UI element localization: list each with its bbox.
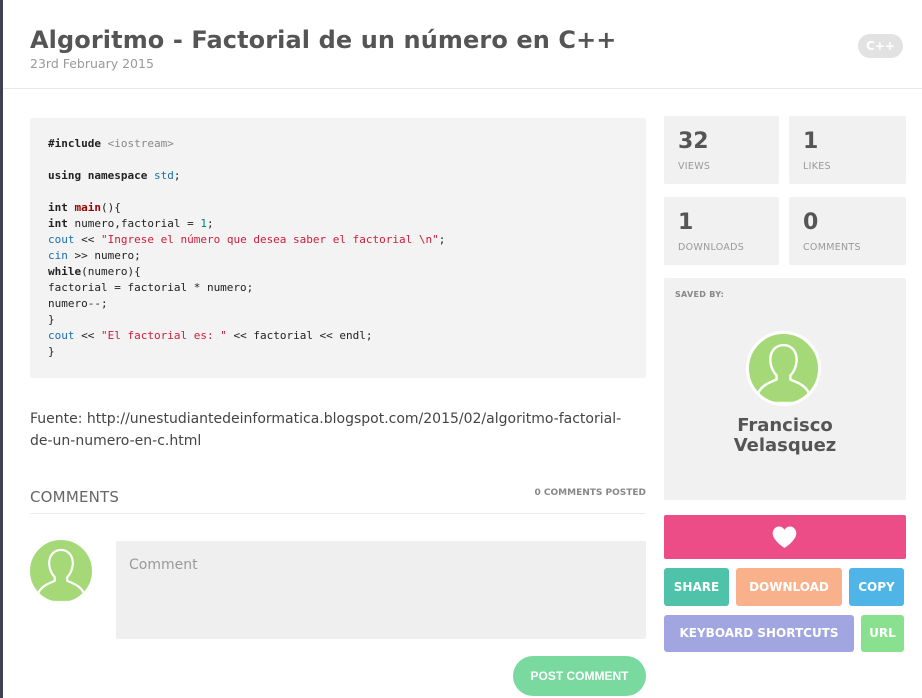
snippet-date: 23rd February 2015 bbox=[30, 56, 154, 71]
code-line: using namespace std; bbox=[48, 168, 628, 184]
code-token: using namespace bbox=[48, 169, 148, 182]
source-text: Fuente: http://unestudiantedeinformatica… bbox=[30, 411, 622, 449]
comments-stat: 0 COMMENTS bbox=[789, 197, 906, 265]
downloads-label: DOWNLOADS bbox=[678, 242, 745, 253]
download-button[interactable]: DOWNLOAD bbox=[736, 568, 842, 606]
code-line: cin >> numero; bbox=[48, 248, 628, 264]
code-line: numero--; bbox=[48, 297, 108, 310]
views-label: VIEWS bbox=[678, 161, 711, 172]
code-line: } bbox=[48, 345, 55, 358]
code-token: ; bbox=[173, 169, 181, 182]
code-block[interactable]: #include <iostream> using namespace std;… bbox=[30, 118, 646, 378]
likes-stat: 1 LIKES bbox=[789, 116, 906, 184]
code-token: ; bbox=[438, 233, 446, 246]
divider bbox=[30, 513, 646, 514]
code-token: int bbox=[48, 201, 68, 214]
views-stat: 32 VIEWS bbox=[664, 116, 779, 184]
left-edge-bar bbox=[0, 0, 3, 698]
code-token: >> numero; bbox=[67, 249, 141, 262]
code-token: << bbox=[74, 329, 101, 342]
downloads-count: 1 bbox=[678, 210, 694, 235]
snippet-header: Algoritmo - Factorial de un número en C+… bbox=[3, 0, 922, 89]
code-token: cout bbox=[48, 233, 75, 246]
comments-count: 0 COMMENTS POSTED bbox=[534, 488, 647, 498]
comments-stat-count: 0 bbox=[803, 210, 819, 235]
author-first-name: Francisco bbox=[737, 415, 833, 436]
code-line: cout << "El factorial es: " << factorial… bbox=[48, 328, 628, 344]
page-title: Algoritmo - Factorial de un número en C+… bbox=[30, 26, 617, 54]
code-token: <iostream> bbox=[100, 137, 174, 150]
code-token: cin bbox=[48, 249, 68, 262]
code-token: main bbox=[74, 201, 102, 214]
code-token: ; bbox=[206, 217, 214, 230]
code-line: factorial = factorial * numero; bbox=[48, 281, 254, 294]
code-token: std bbox=[153, 169, 174, 182]
language-badge[interactable]: C++ bbox=[858, 34, 903, 58]
likes-label: LIKES bbox=[803, 161, 831, 172]
code-line: cout << "Ingrese el número que desea sab… bbox=[48, 232, 628, 248]
code-token: << factorial << endl; bbox=[226, 329, 373, 342]
code-token: (){ bbox=[101, 201, 121, 214]
downloads-stat: 1 DOWNLOADS bbox=[664, 197, 779, 265]
share-button[interactable]: SHARE bbox=[664, 568, 729, 606]
author-name[interactable]: Francisco Velasquez bbox=[664, 416, 906, 456]
code-token: #include bbox=[48, 137, 101, 150]
code-token: (numero){ bbox=[81, 265, 141, 278]
code-line: int numero,factorial = 1; bbox=[48, 216, 628, 232]
user-silhouette-icon bbox=[27, 537, 95, 605]
code-token: << bbox=[74, 233, 101, 246]
user-silhouette-icon[interactable] bbox=[746, 331, 821, 406]
copy-button[interactable]: COPY bbox=[849, 568, 904, 606]
url-button[interactable]: URL bbox=[861, 615, 904, 652]
post-comment-button[interactable]: POST COMMENT bbox=[513, 656, 646, 696]
comments-heading: COMMENTS bbox=[30, 488, 120, 506]
code-line: int main(){ bbox=[48, 200, 628, 216]
code-token: cout bbox=[48, 329, 75, 342]
code-line: while(numero){ bbox=[48, 264, 628, 280]
code-token: "Ingrese el número que desea saber el fa… bbox=[101, 233, 439, 246]
keyboard-shortcuts-button[interactable]: KEYBOARD SHORTCUTS bbox=[664, 615, 854, 652]
like-button[interactable] bbox=[664, 515, 906, 559]
comment-input[interactable] bbox=[116, 541, 646, 639]
code-token: "El factorial es: " bbox=[101, 329, 227, 342]
code-line: #include <iostream> bbox=[48, 136, 628, 152]
author-last-name: Velasquez bbox=[733, 435, 837, 456]
comments-stat-label: COMMENTS bbox=[803, 242, 861, 253]
code-token: 1 bbox=[200, 217, 207, 230]
heart-icon bbox=[772, 526, 797, 548]
code-token: int bbox=[48, 217, 68, 230]
code-token: while bbox=[48, 265, 82, 278]
likes-count: 1 bbox=[803, 129, 819, 154]
saved-by-label: SAVED BY: bbox=[675, 290, 725, 299]
views-count: 32 bbox=[678, 129, 709, 154]
code-token: numero,factorial = bbox=[67, 217, 201, 230]
code-line: } bbox=[48, 313, 55, 326]
